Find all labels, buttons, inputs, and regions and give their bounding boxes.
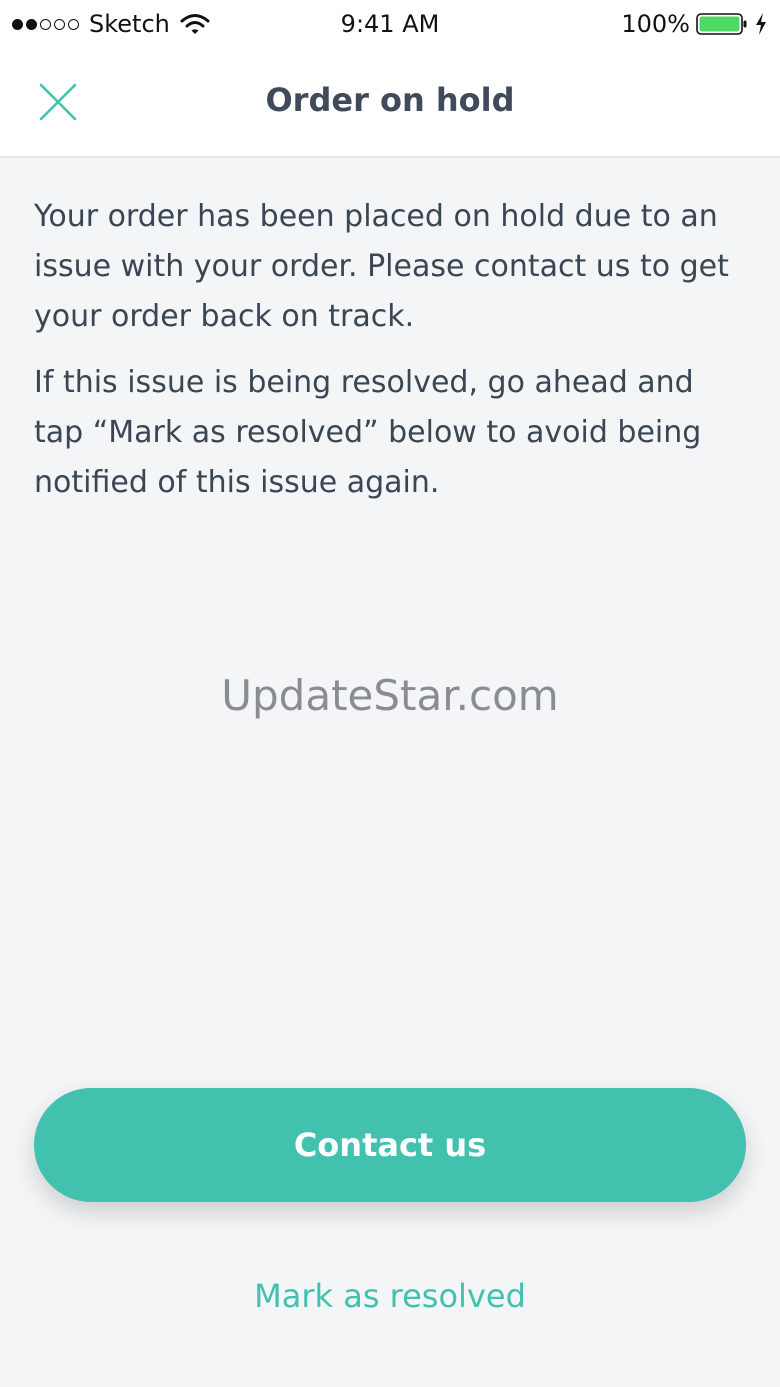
- message-paragraph-2: If this issue is being resolved, go ahea…: [34, 365, 702, 500]
- mark-as-resolved-link[interactable]: Mark as resolved: [0, 1272, 780, 1320]
- watermark-text: UpdateStar.com: [221, 671, 559, 720]
- message-paragraph-1: Your order has been placed on hold due t…: [34, 199, 729, 334]
- bolt-icon: [756, 13, 766, 35]
- contact-us-button[interactable]: Contact us: [34, 1088, 746, 1202]
- battery-icon: [696, 13, 747, 35]
- status-right: 100%: [621, 8, 768, 40]
- hold-message: Your order has been placed on hold due t…: [34, 192, 750, 524]
- nav-bar: Order on hold: [0, 48, 780, 158]
- page-title: Order on hold: [265, 81, 515, 119]
- battery-percentage: 100%: [621, 10, 690, 38]
- order-on-hold-screen: Sketch 9:41 AM 100% Order on hold Your o…: [0, 0, 780, 1387]
- status-bar: Sketch 9:41 AM 100%: [0, 0, 780, 48]
